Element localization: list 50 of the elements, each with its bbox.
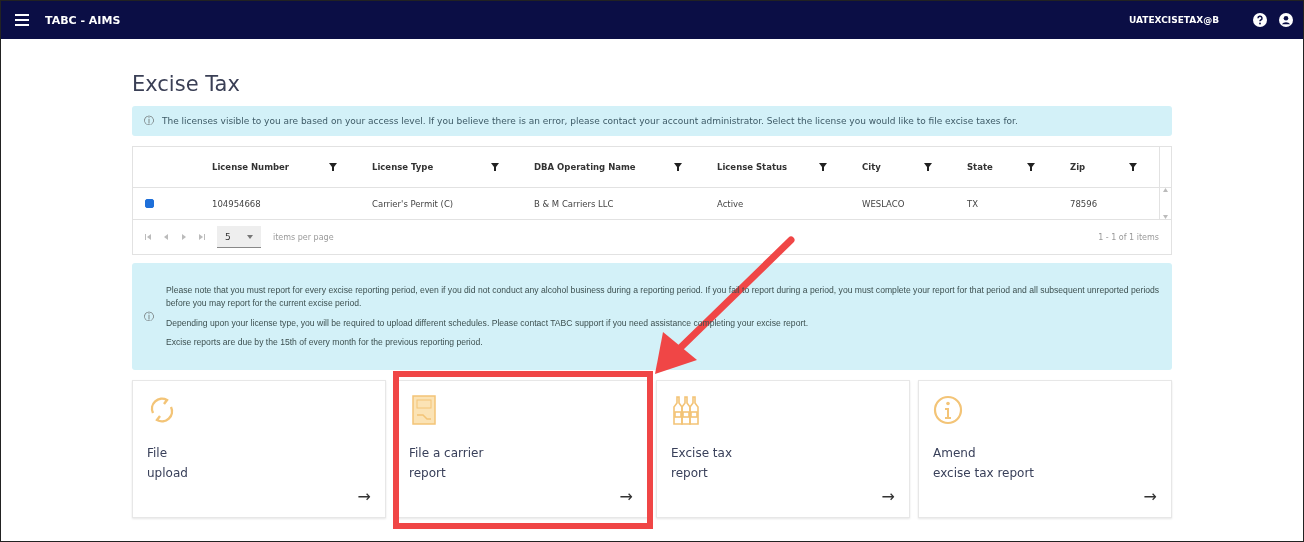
user-name[interactable]: UATEXCISETAX@B — [1129, 15, 1219, 25]
caret-icon — [247, 234, 253, 239]
page-size-dropdown[interactable]: 5 — [217, 226, 261, 248]
info-icon: ⓘ — [144, 114, 154, 128]
info-icon: ⓘ — [144, 309, 154, 324]
card-title: File upload — [147, 445, 189, 483]
menu-icon[interactable] — [15, 14, 29, 26]
table-cell: TX — [967, 198, 978, 209]
notice-text: Excise reports are due by the 15th of every month for the previous reporting period. — [166, 336, 484, 350]
arrow-icon: → — [619, 489, 633, 505]
user-icon[interactable] — [1279, 13, 1293, 27]
page-title: Excise Tax — [132, 72, 241, 96]
action-card[interactable]: Excise tax report → — [656, 380, 910, 518]
app-title: TABC - AIMS — [45, 13, 121, 27]
help-icon[interactable] — [1253, 13, 1267, 27]
filter-icon[interactable] — [491, 163, 499, 171]
filter-icon[interactable] — [924, 163, 932, 171]
table-cell: Active — [717, 198, 744, 209]
pager-summary: 1 - 1 of 1 items — [1098, 232, 1159, 242]
filter-icon[interactable] — [1129, 163, 1137, 171]
column-header: License Status — [717, 162, 788, 172]
arrow-icon: → — [881, 489, 895, 505]
notice-text: The licenses visible to you are based on your access level. If you believe there is an error, please contact your account administrator. Select the license you would like to file excise taxes for. — [162, 116, 1018, 126]
action-card[interactable]: File upload → — [132, 380, 386, 518]
card-title: File a carrier report — [409, 445, 485, 483]
filter-icon[interactable] — [674, 163, 682, 171]
info-icon — [933, 395, 963, 425]
filter-icon[interactable] — [1027, 163, 1035, 171]
filter-icon[interactable] — [819, 163, 827, 171]
action-card[interactable]: Amend excise tax report → — [918, 380, 1172, 518]
table-cell: 104954668 — [212, 198, 261, 209]
table-cell: Carrier's Permit (C) — [372, 198, 454, 209]
checkbox[interactable] — [145, 199, 154, 208]
filter-icon[interactable] — [329, 163, 337, 171]
arrow-icon: → — [357, 489, 371, 505]
card-title: Amend excise tax report — [933, 445, 1036, 483]
table-cell: 78596 — [1070, 198, 1098, 209]
column-header: License Type — [372, 162, 434, 172]
table-cell: WESLACO — [862, 198, 905, 209]
card-title: Excise tax report — [671, 445, 733, 483]
column-header: State — [967, 162, 993, 172]
column-header: License Number — [212, 162, 290, 172]
table-cell: B & M Carriers LLC — [534, 198, 614, 209]
document-icon — [409, 395, 439, 425]
column-header: City — [862, 162, 881, 172]
page-size-label: items per page — [273, 232, 334, 242]
column-header: DBA Operating Name — [534, 162, 636, 172]
bottles-icon — [671, 395, 701, 425]
column-header: Zip — [1070, 162, 1086, 172]
arrow-icon: → — [1143, 489, 1157, 505]
